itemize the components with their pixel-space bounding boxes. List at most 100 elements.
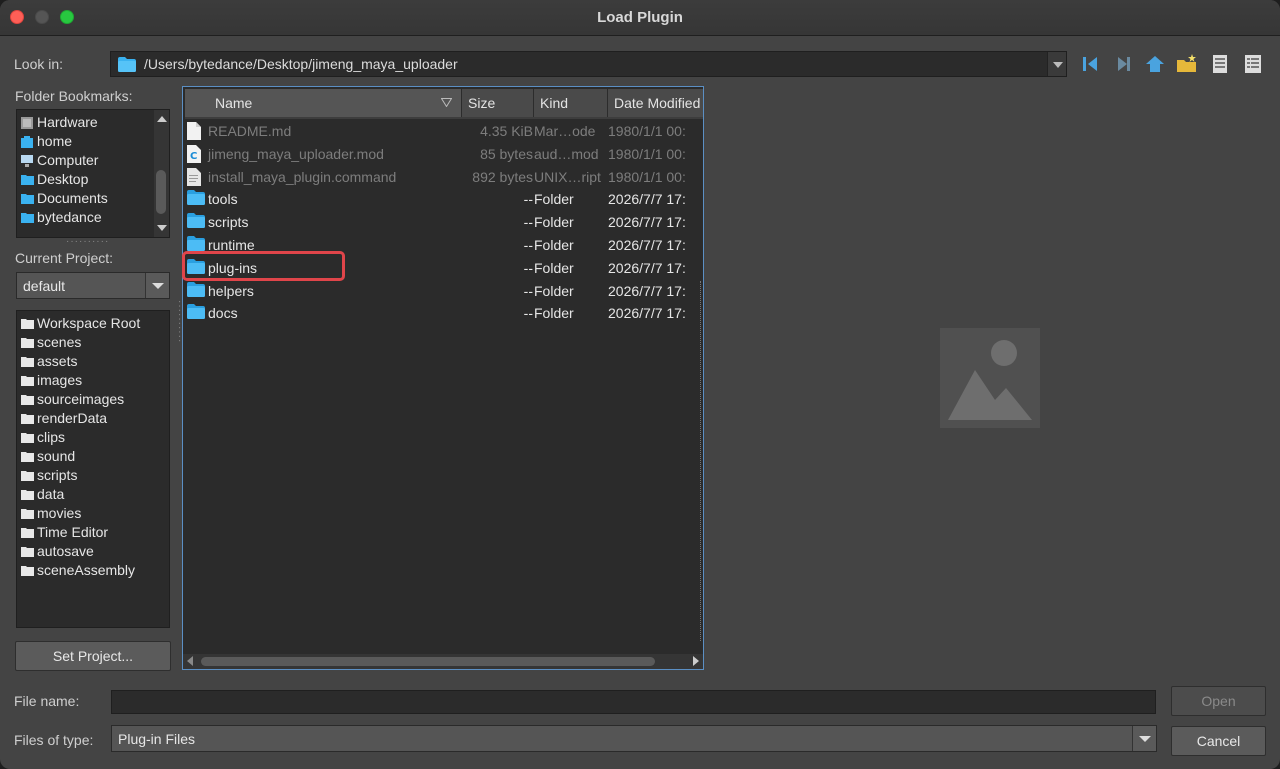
file-date: 2026/7/7 17: bbox=[608, 305, 686, 322]
folder-icon bbox=[21, 452, 34, 462]
file-date: 2026/7/7 17: bbox=[608, 237, 686, 253]
project-folder-label: sound bbox=[37, 448, 76, 464]
column-size[interactable]: Size bbox=[462, 89, 534, 117]
file-name: install_maya_plugin.command bbox=[208, 168, 397, 185]
file-kind: Folder bbox=[534, 191, 574, 208]
scroll-up-icon[interactable] bbox=[157, 116, 167, 122]
project-folder-label: sourceimages bbox=[37, 391, 125, 407]
scroll-right-icon[interactable] bbox=[693, 656, 699, 666]
file-kind: aud…mod bbox=[534, 145, 599, 162]
new-folder-icon[interactable] bbox=[1176, 53, 1198, 75]
file-row-helpers[interactable]: helpers -- Folder 2026/7/7 17: bbox=[183, 280, 703, 303]
scroll-down-icon[interactable] bbox=[157, 225, 167, 231]
file-row-docs[interactable]: docs -- Folder 2026/7/7 17: bbox=[183, 302, 703, 325]
file-kind: Mar…ode bbox=[534, 123, 596, 139]
files-of-type-combo[interactable]: Plug-in Files bbox=[111, 725, 1157, 752]
home-icon[interactable] bbox=[1144, 53, 1166, 75]
load-plugin-dialog: Load Plugin Look in: /Users/bytedance/De… bbox=[0, 0, 1280, 769]
detail-view-icon[interactable] bbox=[1242, 53, 1264, 75]
scroll-thumb[interactable] bbox=[201, 657, 655, 666]
bookmark-label: Desktop bbox=[37, 171, 89, 187]
file-name: scripts bbox=[208, 214, 249, 231]
folder-icon bbox=[21, 490, 34, 500]
bookmark-label: bytedance bbox=[37, 209, 102, 225]
list-view-icon[interactable] bbox=[1209, 53, 1231, 75]
splitter-handle[interactable] bbox=[700, 281, 703, 641]
project-folder-label: clips bbox=[37, 429, 66, 445]
file-size: -- bbox=[523, 282, 533, 299]
column-kind[interactable]: Kind bbox=[534, 89, 608, 117]
project-folder-label: scenes bbox=[37, 334, 82, 350]
current-project-label: Current Project: bbox=[15, 250, 114, 266]
file-kind: UNIX…ript bbox=[534, 168, 601, 185]
project-folder-label: autosave bbox=[37, 543, 94, 559]
window-title: Load Plugin bbox=[597, 9, 683, 26]
folder-icon bbox=[118, 57, 136, 72]
drive-icon bbox=[21, 117, 33, 129]
computer-icon bbox=[21, 155, 33, 167]
project-folder-label: data bbox=[37, 486, 65, 502]
bookmarks-list: Hardware home Computer Desktop Documents… bbox=[16, 109, 170, 238]
back-icon[interactable] bbox=[1079, 53, 1101, 75]
project-folders-list: Workspace Root scenes assets images sourceim… bbox=[16, 310, 170, 628]
file-name-label: File name: bbox=[14, 693, 80, 709]
file-row-jimeng-maya-uploader-mod[interactable]: Cjimeng_maya_uploader.mod 85 bytes aud…mod… bbox=[183, 143, 703, 166]
project-value: default bbox=[23, 278, 66, 294]
chevron-down-icon[interactable] bbox=[1047, 52, 1066, 76]
folder-icon bbox=[187, 213, 205, 229]
look-in-combo[interactable]: /Users/bytedance/Desktop/jimeng_maya_upl… bbox=[110, 51, 1067, 77]
files-of-type-value: Plug-in Files bbox=[118, 731, 196, 747]
file-size: 85 bytes bbox=[480, 145, 533, 162]
open-button[interactable]: Open bbox=[1171, 686, 1266, 716]
file-row-install-maya-plugin-command[interactable]: install_maya_plugin.command 892 bytes UNIX… bbox=[183, 166, 703, 189]
file-size: 892 bytes bbox=[472, 168, 533, 185]
folder-icon bbox=[21, 213, 34, 223]
file-row-scripts[interactable]: scripts -- Folder 2026/7/7 17: bbox=[183, 211, 703, 234]
file-name-input[interactable] bbox=[111, 690, 1156, 714]
splitter-handle[interactable]: ·········· bbox=[66, 236, 109, 247]
project-combo[interactable]: default bbox=[16, 272, 170, 299]
chevron-down-icon[interactable] bbox=[1132, 726, 1156, 751]
script-file-icon bbox=[187, 167, 201, 186]
file-kind: Folder bbox=[534, 305, 574, 322]
folder-icon bbox=[21, 338, 34, 348]
file-name: helpers bbox=[208, 282, 254, 299]
header-divider bbox=[185, 117, 703, 119]
folder-icon bbox=[187, 236, 205, 251]
column-name[interactable]: Name bbox=[185, 89, 462, 117]
file-list-hscrollbar[interactable] bbox=[183, 654, 703, 669]
scroll-thumb[interactable] bbox=[156, 170, 166, 214]
file-date: 1980/1/1 00: bbox=[608, 123, 686, 139]
chevron-down-icon[interactable] bbox=[145, 273, 169, 298]
scroll-left-icon[interactable] bbox=[187, 656, 193, 666]
folder-icon bbox=[21, 376, 34, 386]
file-size: -- bbox=[523, 237, 533, 253]
file-name: README.md bbox=[208, 123, 292, 139]
file-row-tools[interactable]: tools -- Folder 2026/7/7 17: bbox=[183, 188, 703, 211]
set-project-button[interactable]: Set Project... bbox=[15, 641, 171, 671]
look-in-label: Look in: bbox=[14, 56, 64, 72]
file-date: 2026/7/7 17: bbox=[608, 214, 686, 231]
bookmarks-scrollbar[interactable] bbox=[154, 110, 169, 237]
file-date: 2026/7/7 17: bbox=[608, 191, 686, 208]
project-folder-label: sceneAssembly bbox=[37, 562, 136, 578]
cancel-button[interactable]: Cancel bbox=[1171, 726, 1266, 756]
file-size: -- bbox=[523, 305, 533, 322]
folder-icon bbox=[21, 433, 34, 443]
folder-icon bbox=[21, 395, 34, 405]
file-kind: Folder bbox=[534, 259, 574, 276]
document-icon bbox=[187, 122, 201, 140]
project-folder-label: Workspace Root bbox=[37, 315, 141, 331]
project-folder-label: Time Editor bbox=[37, 524, 109, 540]
image-preview-icon bbox=[940, 328, 1040, 428]
bookmark-label: home bbox=[37, 133, 73, 149]
file-row-readme-md[interactable]: README.md 4.35 KiB Mar…ode 1980/1/1 00: bbox=[183, 120, 703, 143]
column-date-modified[interactable]: Date Modified bbox=[608, 89, 703, 117]
bookmark-label: Hardware bbox=[37, 114, 98, 130]
sort-descending-icon bbox=[441, 98, 452, 107]
file-kind: Folder bbox=[534, 214, 574, 231]
column-label: Size bbox=[468, 95, 496, 111]
folder-icon bbox=[187, 190, 205, 206]
file-size: 4.35 KiB bbox=[480, 123, 533, 139]
forward-icon[interactable] bbox=[1112, 53, 1134, 75]
